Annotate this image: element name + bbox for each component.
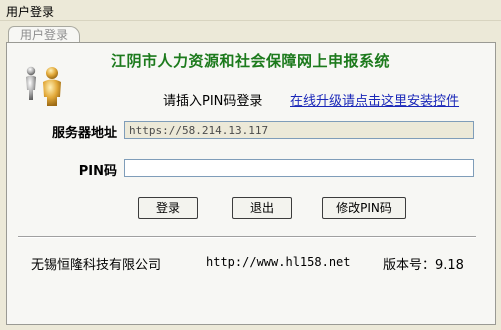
window-titlebar: 用户登录 [0,0,501,21]
server-address-input[interactable] [124,121,474,139]
exit-button[interactable]: 退出 [232,197,292,219]
pin-label: PIN码 [78,164,117,179]
footer-divider [18,236,476,238]
page-title: 江阴市人力资源和社会保障网上申报系统 [110,52,390,70]
change-pin-button[interactable]: 修改PIN码 [322,197,406,219]
window-title: 用户登录 [6,5,55,19]
pin-input[interactable] [124,159,474,177]
version-number: 版本号：9.18 [383,258,464,273]
upgrade-install-link[interactable]: 在线升级请点击这里安装控件 [290,90,459,109]
login-button[interactable]: 登录 [138,197,198,219]
pin-login-prompt: 请插入PIN码登录 [163,94,263,109]
people-users-icon [26,66,61,106]
server-address-label: 服务器地址 [51,126,117,141]
login-panel [6,42,496,325]
company-url: http://www.hl158.net [206,255,351,269]
company-name: 无锡恒隆科技有限公司 [31,258,162,273]
